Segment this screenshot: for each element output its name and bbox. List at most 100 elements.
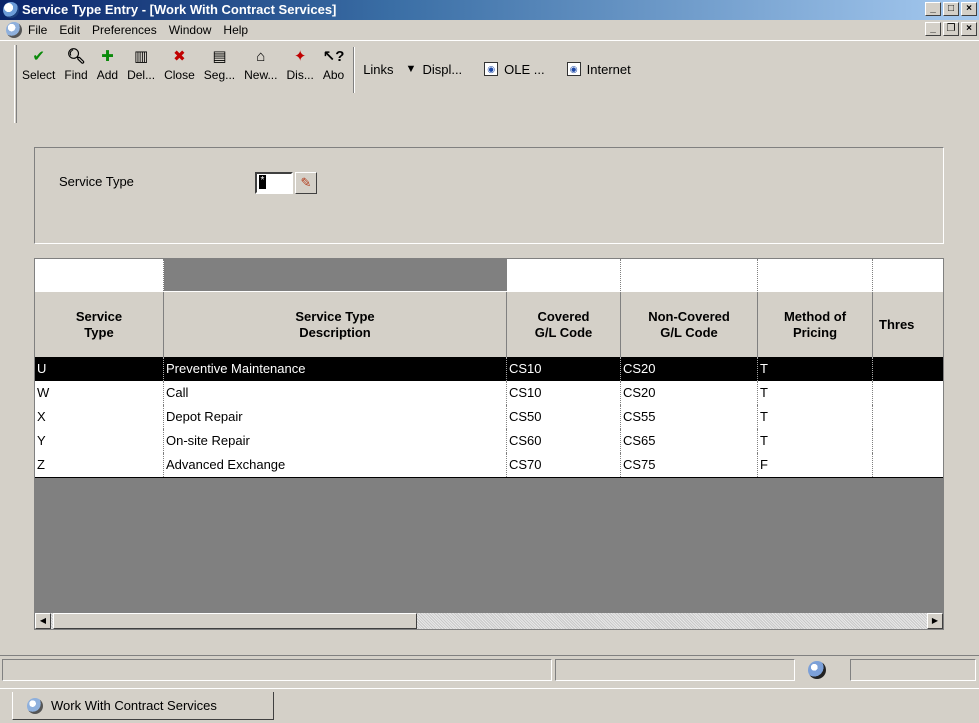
about-icon: ↖? [322,48,345,65]
cell-threshold [873,381,943,405]
toolbar-grip[interactable] [14,45,17,123]
cell-noncovered-gl: CS75 [621,453,758,477]
close-label: Close [164,68,195,82]
qbe-cell-service-type[interactable] [35,259,164,291]
service-type-input[interactable]: * [255,172,293,194]
trash-icon: ▥ [133,48,149,65]
links-button[interactable]: Links [363,62,393,77]
scroll-right-icon[interactable]: ▶ [927,613,943,629]
column-header-threshold[interactable]: Thres [873,292,943,358]
add-button[interactable]: ✚ Add [97,47,118,82]
column-header-line: G/L Code [660,325,718,340]
scrollbar-thumb[interactable] [53,613,417,629]
ole-button[interactable]: OLE ... [504,62,544,77]
column-header-line: Description [299,325,371,340]
table-row[interactable]: Y On-site Repair CS60 CS65 T [35,429,943,453]
column-header-service-type[interactable]: Service Type [35,292,164,358]
cell-covered-gl: CS10 [507,357,621,381]
cell-service-type: Z [35,453,164,477]
menu-edit[interactable]: Edit [59,23,80,37]
status-segment-secondary [555,659,795,681]
status-segment-main [2,659,552,681]
scroll-left-icon[interactable]: ◀ [35,613,51,629]
ole-icon: ◉ [484,62,499,76]
cell-covered-gl: CS50 [507,405,621,429]
display-button[interactable]: ✦ Dis... [286,47,313,82]
maximize-icon[interactable]: □ [943,2,959,16]
qbe-cell-threshold[interactable] [873,259,943,291]
dropdown-arrow-icon[interactable]: ▼ [406,63,417,75]
document-window-controls: _ ❐ × [925,22,977,36]
cell-covered-gl: CS10 [507,381,621,405]
menu-file[interactable]: File [28,23,47,37]
internet-button[interactable]: Internet [587,62,631,77]
internet-icon: ◉ [566,62,581,76]
menu-help[interactable]: Help [223,23,248,37]
tab-label: Work With Contract Services [51,698,217,713]
title-bar[interactable]: Service Type Entry - [Work With Contract… [0,0,979,20]
menu-window[interactable]: Window [169,23,212,37]
cell-pricing: T [758,381,873,405]
filter-panel: Service Type * ✎ [34,147,944,244]
data-grid: Service Type Service Type Description Cove… [34,258,944,630]
horizontal-scrollbar[interactable]: ◀ ▶ [34,612,944,630]
column-header-pricing[interactable]: Method of Pricing [758,292,873,358]
table-row[interactable]: U Preventive Maintenance CS10 CS20 T [35,357,943,381]
tab-work-with-contract-services[interactable]: Work With Contract Services [12,692,274,720]
column-header-description[interactable]: Service Type Description [164,292,507,358]
cell-pricing: T [758,405,873,429]
new-button[interactable]: ⌂ New... [244,47,277,82]
qbe-cell-noncovered[interactable] [621,259,758,291]
toolbar: ✔ Select 🔍︎ Find ✚ Add ▥ Del... ✖ Close … [0,40,979,130]
add-label: Add [96,68,119,82]
column-header-line: Type [84,325,114,340]
cell-threshold [873,453,943,477]
app-globe-icon[interactable] [3,2,19,18]
doc-minimize-icon[interactable]: _ [925,22,941,36]
toolbar-separator [353,47,356,93]
tab-globe-icon [27,697,43,714]
service-type-value: * [259,175,266,189]
table-row[interactable]: W Call CS10 CS20 T [35,381,943,405]
menu-preferences[interactable]: Preferences [92,23,157,37]
column-header-covered-gl[interactable]: Covered G/L Code [507,292,621,358]
table-row[interactable]: Z Advanced Exchange CS70 CS75 F [35,453,943,477]
qbe-cell-description[interactable] [164,259,507,291]
close-button[interactable]: ✖ Close [164,47,195,82]
visual-assist-search-icon[interactable]: ✎ [295,172,317,194]
cell-pricing: T [758,429,873,453]
display-icon: ✦ [293,48,307,65]
qbe-cell-covered[interactable] [507,259,621,291]
close-window-icon[interactable]: × [961,2,977,16]
display-menu-button[interactable]: Displ... [422,62,462,77]
find-button[interactable]: 🔍︎ Find [64,47,87,82]
application-window: Service Type Entry - [Work With Contract… [0,0,979,723]
about-button[interactable]: ↖? Abo [322,47,345,82]
select-button[interactable]: ✔ Select [22,47,55,82]
document-globe-icon[interactable] [6,22,22,38]
close-icon: ✖ [173,48,186,65]
sequencing-button[interactable]: ▤ Seg... [204,47,235,82]
find-label: Find [64,68,88,82]
doc-close-icon[interactable]: × [961,22,977,36]
display-label: Dis... [286,68,314,82]
cell-description: Depot Repair [164,405,507,429]
delete-button[interactable]: ▥ Del... [127,47,155,82]
find-icon: 🔍︎ [66,48,86,65]
table-row[interactable]: X Depot Repair CS50 CS55 T [35,405,943,429]
cell-covered-gl: CS60 [507,429,621,453]
window-title-form: - [Work With Contract Services] [138,2,337,17]
new-icon: ⌂ [256,48,266,65]
qbe-cell-pricing[interactable] [758,259,873,291]
minimize-icon[interactable]: _ [925,2,941,16]
window-title-app: Service Type Entry [22,2,139,17]
status-globe-icon [808,661,826,679]
column-header-noncovered-gl[interactable]: Non-Covered G/L Code [621,292,758,358]
doc-restore-icon[interactable]: ❐ [943,22,959,36]
column-header-line: Method of [783,309,847,324]
toolbar-buttons: ✔ Select 🔍︎ Find ✚ Add ▥ Del... ✖ Close … [22,47,631,93]
sequencing-icon: ▤ [212,48,227,65]
grid-rows-bottom-border [35,477,943,478]
column-header-line: Thres [879,317,915,332]
plus-icon: ✚ [101,48,114,65]
